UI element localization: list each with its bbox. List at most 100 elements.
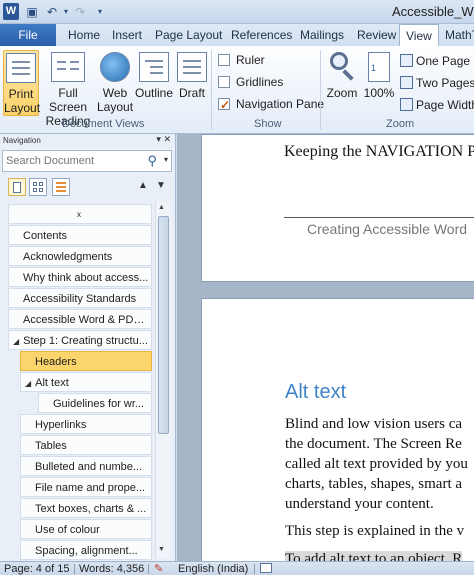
title-bar: W ▣ ↶ ▾ ↷ ▾ Accessible_Wo	[0, 0, 474, 24]
window-title: Accessible_Wo	[392, 4, 474, 19]
nav-heading-label: Alt text	[35, 377, 69, 389]
print-layout-icon	[6, 53, 36, 83]
close-icon[interactable]: ✕	[163, 134, 171, 144]
nav-heading-label: Hyperlinks	[35, 419, 87, 431]
print-layout-button[interactable]: Print Layout	[3, 50, 40, 116]
browse-results-tab[interactable]	[52, 178, 70, 196]
full-screen-reading-button[interactable]: Full Screen Reading	[40, 50, 96, 128]
nav-heading-item[interactable]: Tables	[20, 435, 152, 455]
nav-heading-item[interactable]: File name and prope...	[20, 477, 152, 497]
page1-text: Keeping the NAVIGATION P	[284, 143, 474, 160]
ruler-check-box[interactable]	[218, 54, 230, 66]
pane-options-icon[interactable]: ▾	[156, 134, 161, 144]
print-layout-label: Print	[8, 87, 34, 101]
browse-pages-tab[interactable]	[29, 178, 47, 196]
two-pages-label: Two Pages	[416, 76, 474, 90]
group-separator	[320, 50, 321, 130]
nav-scrollbar[interactable]: ▲ ▼	[155, 202, 171, 558]
gridlines-check-box[interactable]	[218, 76, 230, 88]
zoom-100-button[interactable]: 1 100%	[363, 50, 395, 116]
search-options-dropdown-icon[interactable]: ▾	[164, 155, 168, 164]
full-screen-reading-icon	[51, 52, 85, 82]
zoom-label: Zoom	[326, 86, 358, 100]
tab-home[interactable]: Home	[68, 24, 100, 46]
scroll-down-icon[interactable]: ▼	[158, 546, 165, 553]
proofing-icon[interactable]: ✎	[154, 562, 163, 575]
paragraph-line: called alt text provided by you	[285, 456, 468, 472]
nav-heading-item[interactable]: Guidelines for wr...	[38, 393, 152, 413]
outline-button[interactable]: Outline	[134, 50, 174, 116]
navigation-pane-label: Navigation Pane	[236, 97, 325, 111]
search-icon[interactable]: ⚲	[147, 153, 157, 169]
nav-heading-item[interactable]: Text boxes, charts & ...	[20, 498, 152, 518]
navigation-pane-title: Navigation	[3, 136, 41, 145]
tab-matht[interactable]: MathT	[445, 24, 474, 46]
one-page-button[interactable]: One Page	[400, 51, 470, 71]
search-document-input[interactable]	[3, 151, 139, 171]
tab-page-layout[interactable]: Page Layout	[155, 24, 222, 46]
tab-view[interactable]: View	[399, 24, 439, 47]
magnifier-icon	[327, 50, 357, 84]
document-page[interactable]: Keeping the NAVIGATION P Creating Access…	[201, 134, 474, 282]
ribbon-tabs: File Home Insert Page Layout References …	[0, 24, 474, 47]
nav-heading-item[interactable]: Why think about access...	[8, 267, 152, 287]
document-page[interactable]: Alt text Blind and low vision users ca t…	[201, 298, 474, 561]
browse-headings-tab[interactable]	[8, 178, 26, 196]
tab-insert[interactable]: Insert	[112, 24, 142, 46]
word-count-status[interactable]: Words: 4,356	[79, 562, 144, 575]
nav-heading-item[interactable]: Headers	[20, 351, 152, 371]
nav-heading-item[interactable]: ◢ Step 1: Creating structu...	[8, 330, 152, 350]
tab-references[interactable]: References	[231, 24, 292, 46]
shaded-paragraph-line: To add alt text to an object, R	[285, 551, 463, 561]
web-layout-label: Web	[102, 86, 128, 100]
nav-item-blank[interactable]: x	[8, 204, 152, 224]
collapse-triangle-icon[interactable]: ◢	[25, 379, 31, 388]
document-area[interactable]: Keeping the NAVIGATION P Creating Access…	[177, 134, 474, 561]
pages-icon	[33, 182, 37, 186]
nav-heading-item[interactable]: ◢ Alt text	[20, 372, 152, 392]
page-count-status[interactable]: Page: 4 of 15	[4, 562, 69, 575]
language-status[interactable]: English (India)	[178, 562, 248, 575]
redo-icon[interactable]: ↷	[72, 4, 88, 20]
nav-heading-label: Accessibility Standards	[23, 293, 137, 305]
zoom-100-label: 100%	[363, 86, 395, 100]
next-heading-arrow-icon[interactable]: ▼	[156, 180, 166, 191]
navigation-pane-check-box[interactable]	[218, 96, 230, 114]
ruler-checkbox[interactable]: Ruler	[218, 51, 265, 69]
nav-heading-label: Guidelines for wr...	[53, 398, 145, 410]
navigation-pane-checkbox[interactable]: Navigation Pane	[218, 95, 325, 114]
zoom-button[interactable]: Zoom	[325, 50, 359, 116]
nav-heading-label: Spacing, alignment...	[35, 545, 138, 557]
tab-mailings[interactable]: Mailings	[300, 24, 344, 46]
tab-file[interactable]: File	[0, 24, 56, 46]
nav-heading-item[interactable]: Hyperlinks	[20, 414, 152, 434]
nav-scroll-thumb[interactable]	[158, 216, 169, 434]
nav-heading-item[interactable]: Accessible Word & PDF ...	[8, 309, 152, 329]
tab-review[interactable]: Review	[357, 24, 396, 46]
nav-heading-item[interactable]: Accessibility Standards	[8, 288, 152, 308]
nav-heading-item[interactable]: Use of colour	[20, 519, 152, 539]
word-app-icon[interactable]: W	[3, 3, 19, 20]
document-views-group-label: Document Views	[62, 118, 145, 130]
collapse-triangle-icon[interactable]: ◢	[13, 337, 19, 346]
show-group-label: Show	[254, 118, 282, 130]
macro-recording-icon[interactable]	[260, 562, 272, 575]
nav-heading-label: Why think about access...	[23, 272, 149, 284]
customize-qat-icon[interactable]: ▾	[92, 4, 108, 20]
nav-heading-item[interactable]: Bulleted and numbe...	[20, 456, 152, 476]
nav-heading-item[interactable]: Spacing, alignment...	[20, 540, 152, 560]
nav-heading-item[interactable]: Acknowledgments	[8, 246, 152, 266]
scroll-up-icon[interactable]: ▲	[158, 204, 165, 211]
save-icon[interactable]: ▣	[24, 4, 40, 20]
gridlines-checkbox[interactable]: Gridlines	[218, 73, 283, 91]
nav-heading-label: Use of colour	[35, 524, 100, 536]
two-pages-button[interactable]: Two Pages	[400, 73, 474, 93]
nav-heading-item[interactable]: Contents	[8, 225, 152, 245]
web-layout-button[interactable]: Web Layout	[97, 50, 133, 116]
ribbon: Print Layout Full Screen Reading Web Lay…	[0, 46, 474, 134]
draft-button[interactable]: Draft	[176, 50, 208, 116]
status-separator	[148, 564, 149, 574]
nav-heading-label: Bulleted and numbe...	[35, 461, 143, 473]
previous-heading-arrow-icon[interactable]: ▲	[138, 180, 148, 191]
page-width-button[interactable]: Page Width	[400, 95, 474, 115]
